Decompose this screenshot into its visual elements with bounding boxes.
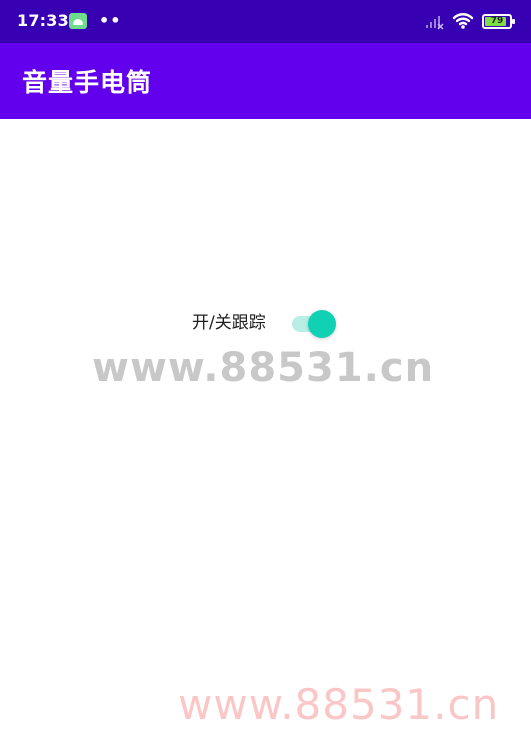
bottom-watermark: www.88531.cn [178,680,500,729]
phone-screen: 17:33 •• 79 音量手电筒 开/关跟踪 www.88531.cn www… [0,0,531,737]
tracking-toggle-label: 开/关跟踪 [192,313,266,333]
battery-level: 79 [490,16,504,26]
tracking-toggle-row[interactable]: 开/关跟踪 [192,306,342,340]
center-watermark: www.88531.cn [92,345,435,391]
main-content: 开/关跟踪 [0,119,531,737]
status-time: 17:33 [17,11,69,30]
switch-thumb[interactable] [308,310,336,338]
signal-icon [426,16,444,30]
wifi-icon [452,13,474,29]
status-bar: 17:33 •• 79 [0,0,531,43]
app-bar: 音量手电筒 [0,43,531,119]
android-app-icon [69,13,87,29]
app-title: 音量手电筒 [22,68,153,97]
battery-icon: 79 [482,14,515,29]
tracking-switch[interactable] [292,310,340,338]
notification-dots: •• [99,11,122,30]
